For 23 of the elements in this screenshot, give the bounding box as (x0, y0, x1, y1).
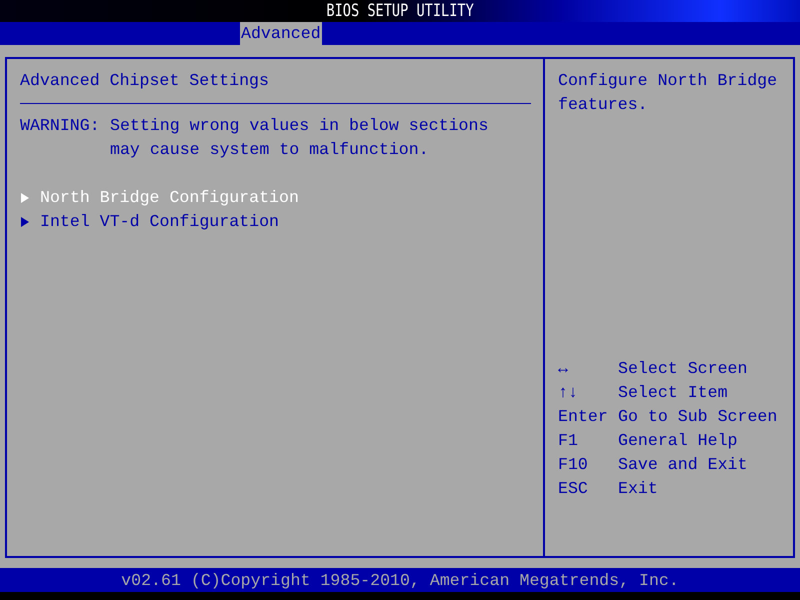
key-name: ↑↓ (558, 382, 579, 404)
key-name: Enter (558, 406, 609, 428)
section-heading: Advanced Chipset Settings (20, 70, 270, 92)
key-action: Select Item (618, 382, 728, 404)
menu-tab[interactable]: Advanced (240, 22, 322, 45)
submenu-item[interactable]: Intel VT-d Configuration (20, 210, 529, 234)
help-text: Configure North Bridge features. (558, 70, 778, 116)
key-name: ESC (558, 478, 589, 500)
warning-label: WARNING: (20, 115, 101, 137)
window-title: BIOS SETUP UTILITY (326, 1, 474, 21)
key-name: ↔ (558, 358, 569, 380)
triangle-icon (20, 216, 30, 228)
key-name: F1 (558, 430, 579, 452)
key-action: Select Screen (618, 358, 748, 380)
key-action: Go to Sub Screen (618, 406, 778, 428)
triangle-icon (20, 192, 30, 204)
key-name: F10 (558, 454, 589, 476)
key-action: General Help (618, 430, 738, 452)
key-action: Save and Exit (618, 454, 748, 476)
warning-text: Setting wrong values in below sections (110, 115, 488, 137)
key-action: Exit (618, 478, 658, 500)
warning-text: may cause system to malfunction. (110, 139, 430, 161)
copyright-text: v02.61 (C)Copyright 1985-2010, American Megatrends, Inc. (121, 570, 679, 590)
